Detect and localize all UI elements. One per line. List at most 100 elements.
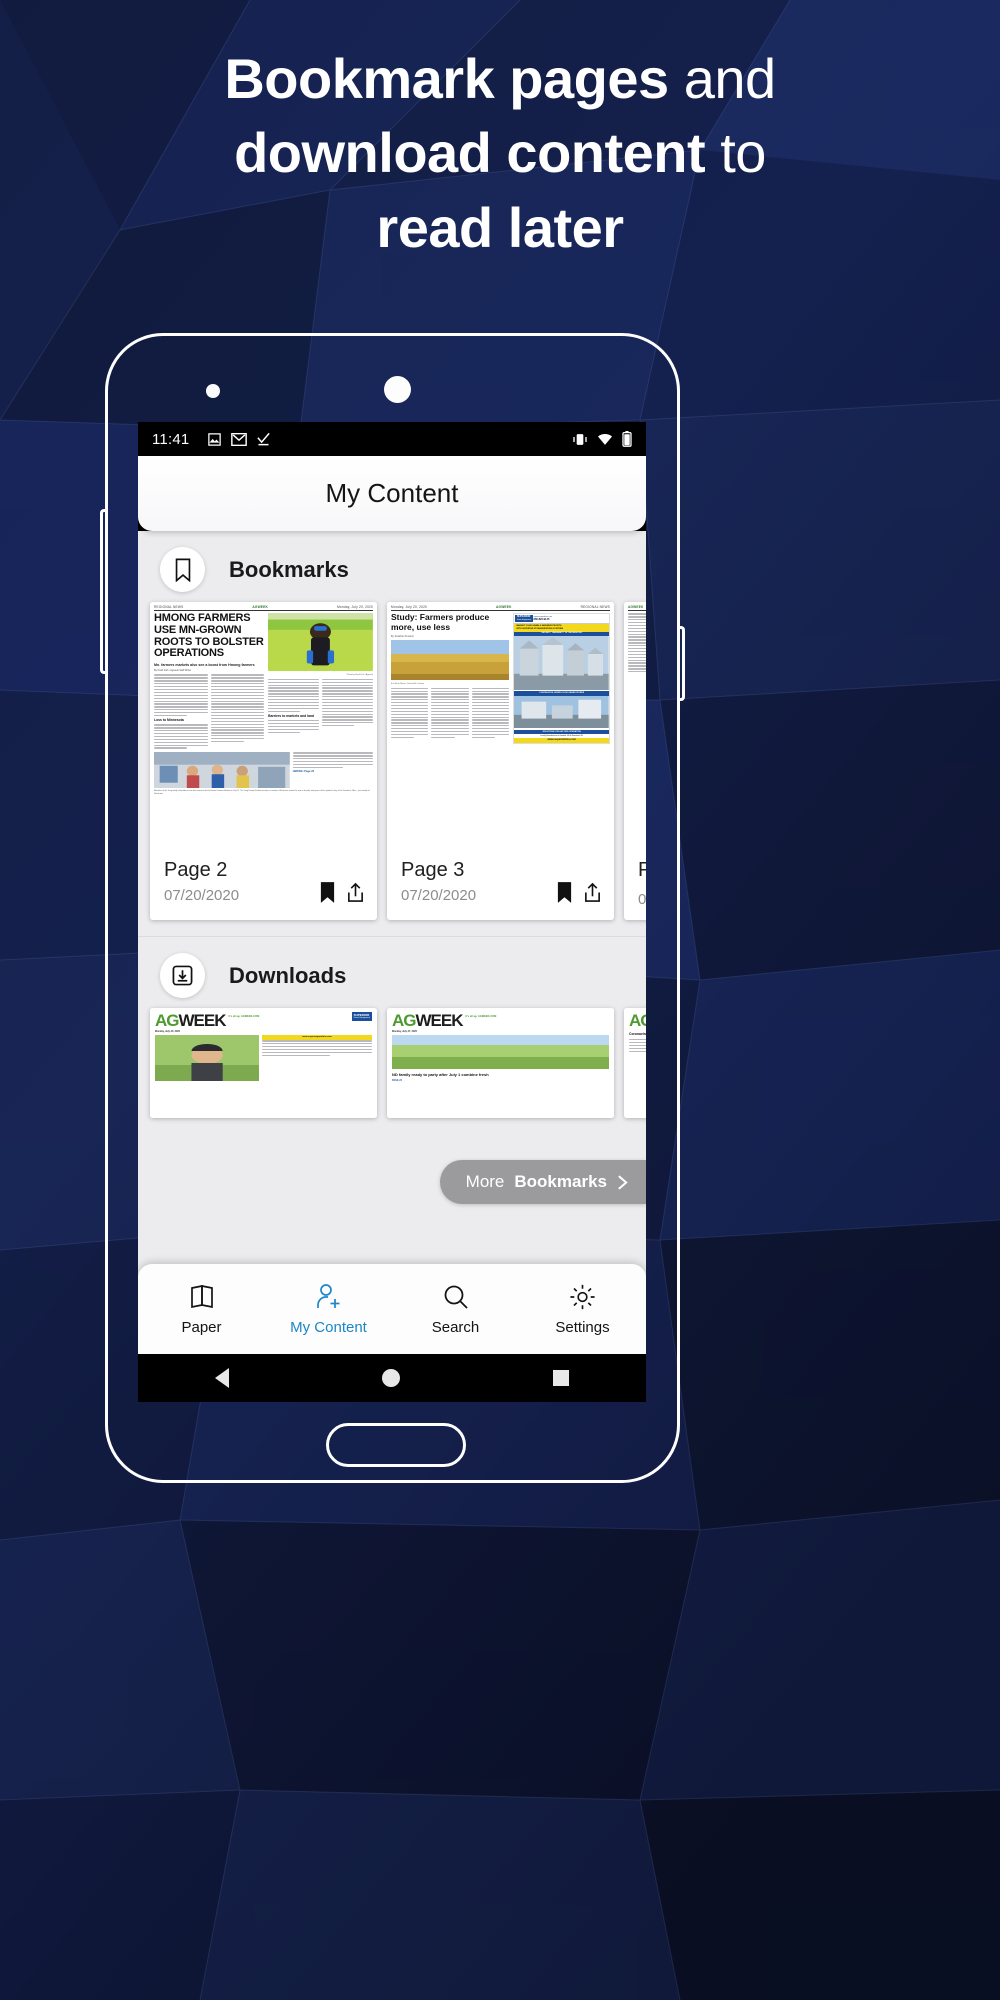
- page-title: Bookmark pages and download content to r…: [0, 42, 1000, 265]
- download-icon: [160, 953, 205, 998]
- ad-photo-grain-bins: [514, 635, 609, 690]
- card-title: P: [638, 859, 646, 881]
- download-card[interactable]: AGWEEK It's all ag. AGWEEK.COM SUPERIOR …: [150, 1008, 377, 1118]
- phone-power-button[interactable]: [679, 626, 685, 701]
- ad-brand-sub: Grain Equipment: [516, 619, 532, 622]
- section-label-bookmarks: Bookmarks: [229, 556, 349, 582]
- paper-icon: [190, 1284, 213, 1309]
- ad-phone: 866.822.9145: [533, 618, 550, 622]
- bookmark-card[interactable]: Monday, July 20, 2020 AGWEEK REGIONAL NE…: [387, 602, 614, 920]
- bookmark-card-row[interactable]: REGIONAL NEWS AGWEEK Monday, July 20, 20…: [138, 602, 646, 920]
- wifi-icon: [598, 433, 612, 445]
- ad-brand-sub: Grain Equipment: [353, 1016, 370, 1019]
- download-jump: PAGE 22: [392, 1078, 402, 1082]
- bookmark-card[interactable]: REGIONAL NEWS AGWEEK Monday, July 20, 20…: [150, 602, 377, 920]
- headline-line3-normal: read later: [376, 195, 624, 259]
- thumb-headline: HMONG FARMERS USE MN-GROWN ROOTS TO BOLS…: [154, 612, 264, 660]
- system-navigation-bar[interactable]: [138, 1354, 646, 1402]
- downloads-section: Downloads AGWEEK It's all ag. AGWEEK.COM…: [138, 936, 646, 1118]
- gmail-icon: [231, 432, 248, 446]
- issue-date: Monday, July 27, 2020: [392, 1030, 417, 1033]
- headline-line2-normal: to: [705, 121, 766, 185]
- thumb-kicker-left: REGIONAL NEWS: [154, 605, 184, 609]
- download-photo: [392, 1035, 609, 1070]
- brand-tagline: It's all ag. AGWEEK.COM: [465, 1015, 497, 1018]
- download-photo: [155, 1035, 260, 1082]
- download-headline: Coronavirus pandemic means changes for b…: [629, 1032, 646, 1036]
- thumb-subhead-1: Loss to Minnesota: [154, 718, 184, 723]
- status-time: 11:41: [152, 430, 190, 448]
- thumb-photo-bottom: [154, 752, 290, 789]
- nav-item-paper[interactable]: Paper: [138, 1282, 265, 1336]
- vibrate-icon: [573, 433, 587, 445]
- thumb-jumpline: HMONG: Page 23: [292, 770, 315, 774]
- page-thumbnail[interactable]: Monday, July 20, 2020 AGWEEK REGIONAL NE…: [387, 602, 614, 849]
- section-header-bookmarks: Bookmarks: [138, 531, 646, 602]
- back-triangle-icon[interactable]: [214, 1368, 229, 1388]
- search-icon: [444, 1285, 468, 1309]
- headline-line1-normal: and: [668, 47, 776, 110]
- nav-label-settings: Settings: [555, 1319, 610, 1336]
- brand-week: WEEK: [178, 1011, 227, 1030]
- headline-line-1: Bookmark pages and: [90, 42, 910, 116]
- section-header-downloads: Downloads: [138, 937, 646, 1008]
- brand-ag: AG: [392, 1011, 416, 1030]
- download-card[interactable]: AGWEEK It's all ag. AGWEEK.COM Monday, J…: [387, 1008, 614, 1118]
- download-card[interactable]: AG Coronavirus pandemic means changes fo…: [624, 1008, 646, 1118]
- content-scroll-area[interactable]: Bookmarks REGIONAL NEWS AGWEEK Monday, J…: [138, 531, 646, 1318]
- downloads-card-row[interactable]: AGWEEK It's all ag. AGWEEK.COM SUPERIOR …: [138, 1008, 646, 1118]
- home-circle-icon[interactable]: [381, 1369, 400, 1387]
- ad-photo-equipment: [514, 696, 609, 729]
- nav-label-search: Search: [431, 1319, 480, 1336]
- brand-week: WEEK: [415, 1011, 464, 1030]
- issue-date: Monday, July 20, 2020: [155, 1030, 180, 1033]
- ad-url: www.superiorbins.com: [514, 737, 609, 743]
- download-headline: ND family ready to party after July 1 co…: [392, 1072, 489, 1078]
- checkmark-icon: [257, 432, 271, 446]
- app-header: My Content: [138, 456, 646, 531]
- card-date: 0: [638, 891, 646, 908]
- brand-tagline: It's all ag. AGWEEK.COM: [228, 1015, 260, 1018]
- thumb-photo: [391, 640, 510, 681]
- phone-home-button[interactable]: [326, 1423, 466, 1467]
- nav-item-search[interactable]: Search: [392, 1282, 519, 1336]
- card-date: 07/20/2020: [164, 886, 240, 904]
- thumb-byline: By Noah Fish / Agweek Staff Writer: [154, 669, 192, 673]
- thumb-subhead-2: Barriers to markets and land: [268, 713, 315, 718]
- share-icon[interactable]: [583, 882, 602, 908]
- nav-label-paper: Paper: [181, 1319, 222, 1336]
- thumb-photo-credit: Erin Ehnle Brown / Grand Vale Creative: [391, 683, 425, 686]
- brand-ag: AG: [155, 1011, 179, 1030]
- section-label-downloads: Downloads: [229, 962, 347, 988]
- status-bar: 11:41: [138, 422, 646, 456]
- brand-ag: AG: [629, 1011, 646, 1030]
- thumb-kicker-right: Monday, July 20, 2020: [336, 605, 373, 609]
- nav-item-settings[interactable]: Settings: [519, 1282, 646, 1336]
- thumb-headline: Study: Farmers produce more, use less: [391, 612, 490, 632]
- card-title: Page 2: [164, 859, 228, 881]
- share-icon[interactable]: [346, 882, 365, 908]
- headline-line-2: download content to: [90, 116, 910, 190]
- settings-icon: [570, 1284, 595, 1310]
- bookmark-filled-icon[interactable]: [319, 882, 336, 908]
- bookmark-filled-icon[interactable]: [556, 882, 573, 908]
- battery-icon: [622, 431, 632, 447]
- thumb-caption: Members of the Yang family sell produce …: [154, 790, 370, 795]
- bookmark-card[interactable]: AGWEEK P 0: [624, 602, 646, 920]
- phone-volume-button[interactable]: [100, 509, 106, 674]
- thumb-kicker-right: REGIONAL NEWS: [580, 605, 610, 609]
- recents-square-icon[interactable]: [553, 1370, 570, 1386]
- nav-label-my-content: My Content: [290, 1319, 367, 1336]
- phone-screen: 11:41 My Content Bookmarks REGIONAL NEWS…: [138, 422, 646, 1402]
- thumb-masthead: AGWEEK: [496, 605, 512, 609]
- nav-item-my-content[interactable]: My Content: [265, 1282, 392, 1336]
- bookmark-icon: [160, 547, 205, 592]
- bottom-navigation[interactable]: Paper My Content Search Settings: [138, 1264, 646, 1354]
- more-bookmarks-prefix: More: [465, 1172, 505, 1191]
- more-bookmarks-button[interactable]: More Bookmarks: [439, 1160, 646, 1204]
- more-bookmarks-bold: Bookmarks: [514, 1172, 607, 1191]
- thumb-deck: Mn. farmers markets also see a boost fro…: [154, 662, 255, 667]
- page-thumbnail[interactable]: REGIONAL NEWS AGWEEK Monday, July 20, 20…: [150, 602, 377, 849]
- page-thumbnail[interactable]: AGWEEK: [624, 602, 646, 849]
- my-content-icon: [316, 1284, 339, 1308]
